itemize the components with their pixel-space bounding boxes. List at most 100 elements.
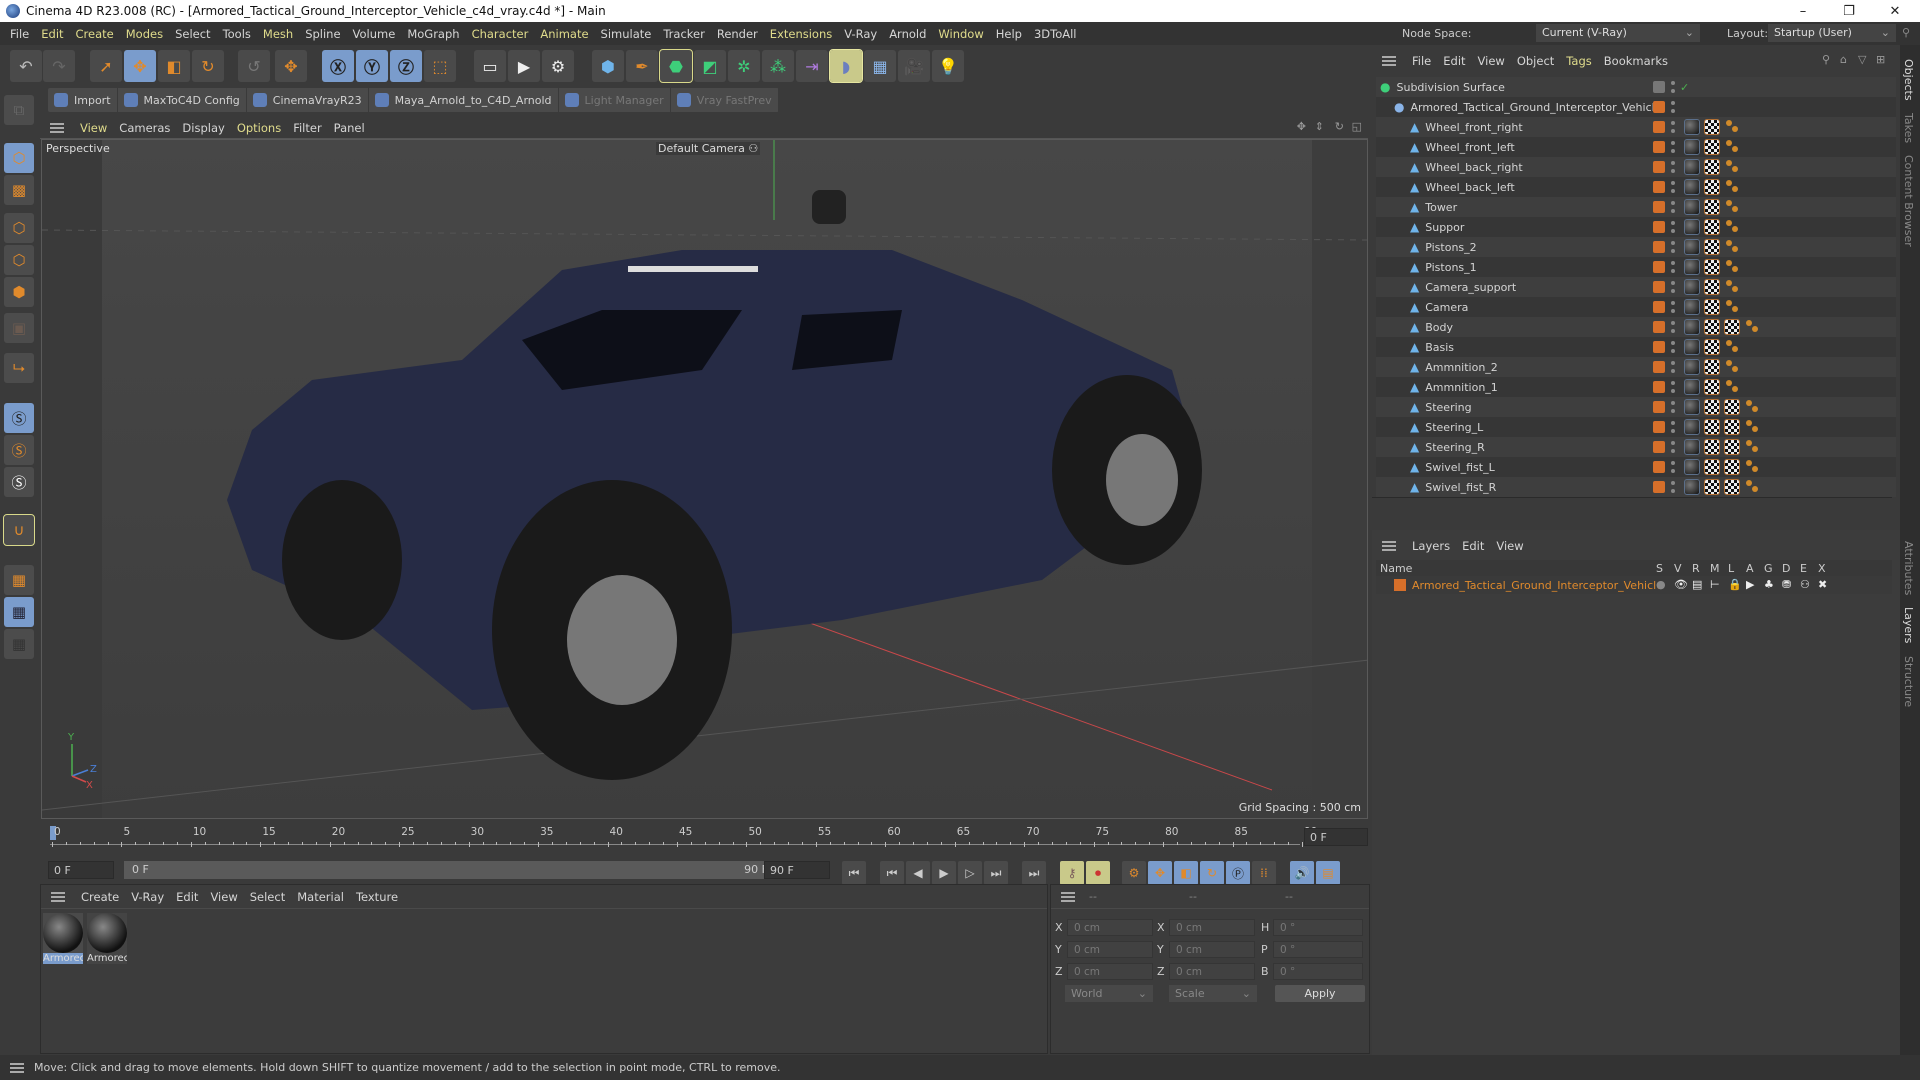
viewport-menu-view[interactable]: View [74,121,113,135]
material-tag-icon[interactable] [1684,139,1700,155]
layer-color-swatch[interactable] [1653,161,1665,173]
menu-render[interactable]: Render [711,27,764,41]
layer-color-swatch[interactable] [1653,101,1665,113]
visibility-toggle[interactable] [1671,381,1675,393]
field-button[interactable]: ◗ [829,49,863,83]
make-editable-button[interactable]: ⧉ [4,95,34,125]
menu-edit[interactable]: Edit [35,27,69,41]
vray-tag-icon[interactable] [1726,200,1740,214]
previous-key-button[interactable]: ⏮ [880,861,904,885]
points-mode-button[interactable]: ⬡ [4,213,34,243]
layer-color-swatch[interactable] [1653,121,1665,133]
layer-row[interactable]: Armored_Tactical_Ground_Interceptor_Vehi… [1376,576,1892,594]
vray-tag-icon[interactable] [1726,120,1740,134]
object-menu-bookmarks[interactable]: Bookmarks [1598,54,1674,68]
side-tab-attributes[interactable]: Attributes [1902,535,1915,601]
menu-modes[interactable]: Modes [120,27,169,41]
object-row[interactable]: ▲ Pistons_2 [1376,237,1896,257]
menu-volume[interactable]: Volume [347,27,402,41]
layer-toggle-d-icon[interactable]: ⛃ [1782,578,1791,591]
vray-tag-icon[interactable] [1746,400,1760,414]
object-row[interactable]: ▲ Wheel_back_right [1376,157,1896,177]
plugin-vray-fastprev[interactable]: Vray FastPrev [671,88,779,112]
layer-column-g[interactable]: G [1764,562,1773,575]
position-field[interactable]: 0 cm [1067,941,1153,958]
material-tag-icon[interactable] [1684,319,1700,335]
object-hamburger-icon[interactable] [1382,56,1396,66]
light-button[interactable]: 💡 [932,50,964,82]
menu-simulate[interactable]: Simulate [595,27,658,41]
object-row[interactable]: ▲ Steering_L [1376,417,1896,437]
next-key-button[interactable]: ⏭ [984,861,1008,885]
layer-column-d[interactable]: D [1782,562,1790,575]
material-menu-view[interactable]: View [204,890,243,904]
texture-tag-icon[interactable] [1704,399,1720,415]
menu-window[interactable]: Window [932,27,989,41]
rotation-field[interactable]: 0 ° [1273,941,1363,958]
visibility-toggle[interactable] [1671,261,1675,273]
vray-tag-icon[interactable] [1726,140,1740,154]
texture-tag-icon[interactable] [1704,419,1720,435]
vray-tag-icon[interactable] [1726,220,1740,234]
close-button[interactable]: ✕ [1872,0,1918,22]
align-workplane-button[interactable]: ▦ [4,629,34,659]
layer-color-swatch[interactable] [1653,401,1665,413]
minimize-button[interactable]: – [1780,0,1826,22]
rotate-view-icon[interactable]: ↻ [1335,120,1344,133]
edges-mode-button[interactable]: ⬡ [4,245,34,275]
render-view-button[interactable]: ▭ [474,50,506,82]
position-field[interactable]: 0 cm [1067,963,1153,980]
texture-tag-icon[interactable] [1704,179,1720,195]
menu-mesh[interactable]: Mesh [257,27,299,41]
side-tab-takes[interactable]: Takes [1902,107,1915,149]
menu-create[interactable]: Create [70,27,120,41]
keyframe-selection-button[interactable]: ⚙ [1122,861,1146,885]
object-row[interactable]: ▲ Swivel_fist_L [1376,457,1896,477]
plugin-import[interactable]: Import [48,88,118,112]
object-row[interactable]: ▲ Wheel_back_left [1376,177,1896,197]
z-axis-toggle[interactable]: Ⓩ [390,50,422,82]
go-to-start-button[interactable]: ⏮ [842,861,866,885]
menu-v-ray[interactable]: V-Ray [838,27,883,41]
visibility-toggle[interactable] [1671,341,1675,353]
layer-color-swatch[interactable] [1394,579,1406,591]
visibility-toggle[interactable] [1671,221,1675,233]
material-tag-icon[interactable] [1684,279,1700,295]
psr-button[interactable]: ↺ [238,50,270,82]
texture-tag-icon[interactable] [1704,299,1720,315]
layer-column-a[interactable]: A [1746,562,1754,575]
pen-button[interactable]: ✒ [626,50,658,82]
visibility-toggle[interactable] [1671,81,1675,93]
subdivision-button[interactable]: ⬣ [659,49,693,83]
layer-menu-view[interactable]: View [1490,539,1529,553]
visibility-toggle[interactable] [1671,121,1675,133]
texture-tag-icon[interactable] [1704,319,1720,335]
vray-tag-icon[interactable] [1726,260,1740,274]
object-row[interactable]: ▲ Basis [1376,337,1896,357]
menu-tools[interactable]: Tools [217,27,257,41]
menu-animate[interactable]: Animate [534,27,594,41]
layer-toggle-r-icon[interactable]: ▤ [1692,578,1702,591]
menu-3dtoall[interactable]: 3DToAll [1028,27,1083,41]
material-menu-texture[interactable]: Texture [350,890,404,904]
material-tag-icon[interactable] [1684,219,1700,235]
move-tool-button[interactable]: ✥ [124,50,156,82]
previous-frame-button[interactable]: ◀ [906,861,930,885]
material-tag-icon[interactable] [1684,379,1700,395]
vray-tag-icon[interactable] [1726,360,1740,374]
texture-tag-icon[interactable] [1724,419,1740,435]
record-keys-button[interactable]: ⚷ [1060,861,1084,885]
visibility-toggle[interactable] [1671,301,1675,313]
snap-settings-button[interactable]: Ⓢ [4,435,34,465]
vray-tag-icon[interactable] [1726,300,1740,314]
material-swatch[interactable]: Armorec [43,913,83,964]
key-pla-button[interactable]: ⁞⁞ [1252,861,1276,885]
object-row-root[interactable]: ● Subdivision Surface ✓ [1376,77,1896,97]
viewport-menu-filter[interactable]: Filter [287,121,327,135]
layer-color-swatch[interactable] [1653,341,1665,353]
object-row[interactable]: ▲ Swivel_fist_R [1376,477,1896,497]
x-axis-toggle[interactable]: Ⓧ [322,50,354,82]
object-menu-tags[interactable]: Tags [1560,54,1597,68]
play-button[interactable]: ▶ [932,861,956,885]
side-tab-structure[interactable]: Structure [1902,650,1915,713]
